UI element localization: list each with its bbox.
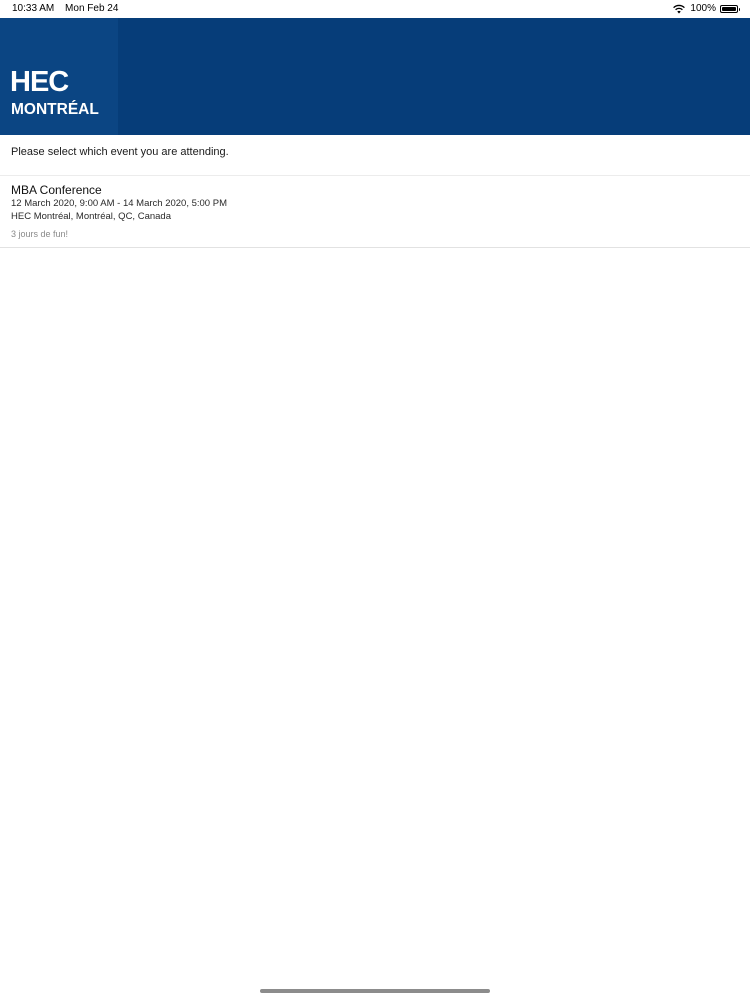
home-indicator[interactable]: [260, 989, 490, 993]
battery-percentage: 100%: [690, 3, 716, 14]
logo-line-montreal: MONTRÉAL: [11, 101, 99, 118]
instruction-row: Please select which event you are attend…: [0, 135, 750, 176]
event-title: MBA Conference: [11, 183, 102, 197]
status-left: 10:33 AM Mon Feb 24: [12, 0, 126, 18]
logo-line-hec: HEC: [10, 66, 69, 98]
status-date: Mon Feb 24: [65, 3, 119, 14]
header-banner: HEC MONTRÉAL: [0, 18, 750, 135]
event-location: HEC Montréal, Montréal, QC, Canada: [11, 211, 171, 222]
status-bar: 10:33 AM Mon Feb 24 100%: [0, 0, 750, 18]
wifi-icon: [673, 4, 686, 14]
status-time: 10:33 AM: [12, 3, 55, 14]
event-description: 3 jours de fun!: [11, 229, 69, 239]
hec-montreal-logo: HEC MONTRÉAL: [0, 18, 118, 135]
event-dates: 12 March 2020, 9:00 AM - 14 March 2020, …: [11, 198, 227, 209]
event-list-item[interactable]: MBA Conference 12 March 2020, 9:00 AM - …: [0, 176, 750, 248]
instruction-text: Please select which event you are attend…: [11, 146, 229, 158]
status-right: 100%: [672, 0, 740, 18]
battery-icon: [720, 5, 740, 13]
